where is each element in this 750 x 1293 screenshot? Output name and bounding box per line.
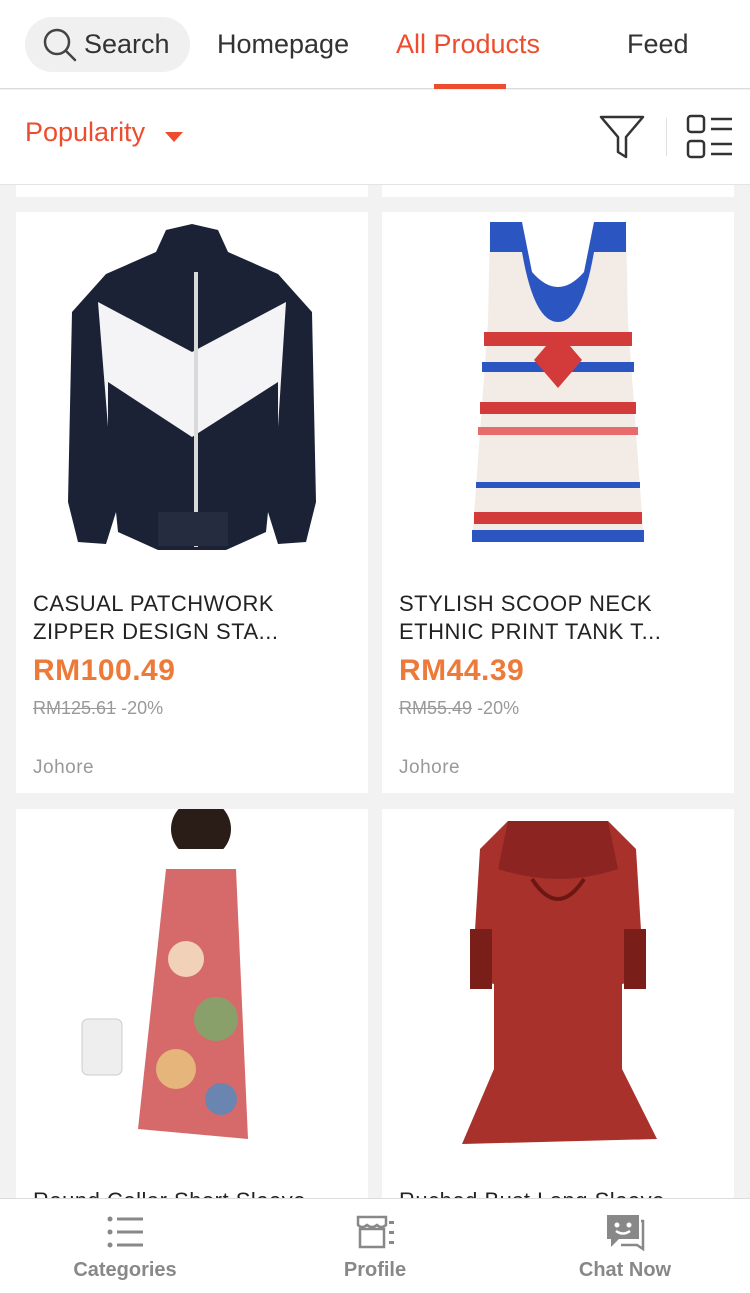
title-line: Round Collar Short Sleeve bbox=[33, 1187, 353, 1198]
filter-icon[interactable] bbox=[598, 112, 646, 162]
active-tab-indicator bbox=[434, 84, 506, 89]
top-bar: Search Homepage All Products Feed bbox=[0, 0, 750, 89]
sort-dropdown[interactable]: Popularity bbox=[25, 117, 145, 148]
product-title[interactable]: Round Collar Short Sleeve bbox=[33, 1187, 353, 1198]
title-line: ZIPPER DESIGN STA... bbox=[33, 619, 279, 644]
dress-image bbox=[81, 809, 266, 1139]
search-label: Search bbox=[84, 29, 170, 59]
grid-list-toggle-icon[interactable] bbox=[686, 114, 734, 160]
caret-down-icon[interactable] bbox=[165, 132, 183, 142]
search-button[interactable]: Search bbox=[25, 17, 190, 72]
seller-location: Johore bbox=[399, 757, 461, 778]
title-line: STYLISH SCOOP NECK bbox=[399, 591, 653, 616]
product-price: RM44.39 bbox=[399, 654, 525, 687]
list-icon bbox=[107, 1216, 143, 1248]
nav-label: Chat Now bbox=[578, 1259, 672, 1281]
divider bbox=[666, 118, 667, 156]
nav-label: Profile bbox=[343, 1259, 407, 1281]
nav-label: Categories bbox=[73, 1259, 177, 1281]
jacket-image bbox=[68, 224, 316, 550]
product-title[interactable]: CASUAL PATCHWORK ZIPPER DESIGN STA... bbox=[33, 590, 353, 646]
product-image[interactable] bbox=[16, 809, 368, 1161]
title-line: Ruched Bust Long Sleeve bbox=[399, 1187, 719, 1198]
previous-card-bottom bbox=[16, 185, 368, 197]
shop-profile-icon bbox=[356, 1215, 394, 1249]
previous-card-bottom bbox=[382, 185, 734, 197]
tank-top-image bbox=[472, 222, 644, 542]
discount-percent: -20% bbox=[477, 698, 520, 718]
original-price: RM55.49 bbox=[399, 698, 473, 718]
product-card[interactable]: Round Collar Short Sleeve bbox=[16, 809, 368, 1198]
tab-all-products[interactable]: All Products bbox=[396, 22, 540, 67]
bottom-nav: Categories Profile Chat Now bbox=[0, 1198, 750, 1293]
seller-location: Johore bbox=[33, 757, 95, 778]
title-line: CASUAL PATCHWORK bbox=[33, 591, 275, 616]
product-price: RM100.49 bbox=[33, 654, 176, 687]
original-price-row: RM55.49 -20% bbox=[399, 698, 519, 719]
nav-chat-now[interactable]: Chat Now bbox=[500, 1199, 750, 1293]
tab-feed[interactable]: Feed bbox=[627, 22, 689, 67]
chat-icon bbox=[607, 1215, 645, 1251]
tab-homepage[interactable]: Homepage bbox=[217, 22, 349, 67]
product-image[interactable] bbox=[382, 212, 734, 564]
title-line: ETHNIC PRINT TANK T... bbox=[399, 619, 662, 644]
product-title[interactable]: STYLISH SCOOP NECK ETHNIC PRINT TANK T..… bbox=[399, 590, 719, 646]
sort-bar: Popularity bbox=[0, 90, 750, 185]
product-image[interactable] bbox=[16, 212, 368, 564]
red-dress-image bbox=[462, 821, 657, 1144]
nav-profile[interactable]: Profile bbox=[250, 1199, 500, 1293]
search-icon bbox=[43, 28, 77, 61]
original-price: RM125.61 bbox=[33, 698, 117, 718]
product-title[interactable]: Ruched Bust Long Sleeve bbox=[399, 1187, 719, 1198]
product-card[interactable]: Ruched Bust Long Sleeve bbox=[382, 809, 734, 1198]
nav-categories[interactable]: Categories bbox=[0, 1199, 250, 1293]
original-price-row: RM125.61 -20% bbox=[33, 698, 163, 719]
discount-percent: -20% bbox=[121, 698, 164, 718]
product-card[interactable]: STYLISH SCOOP NECK ETHNIC PRINT TANK T..… bbox=[382, 212, 734, 793]
product-image[interactable] bbox=[382, 809, 734, 1161]
product-card[interactable]: CASUAL PATCHWORK ZIPPER DESIGN STA... RM… bbox=[16, 212, 368, 793]
